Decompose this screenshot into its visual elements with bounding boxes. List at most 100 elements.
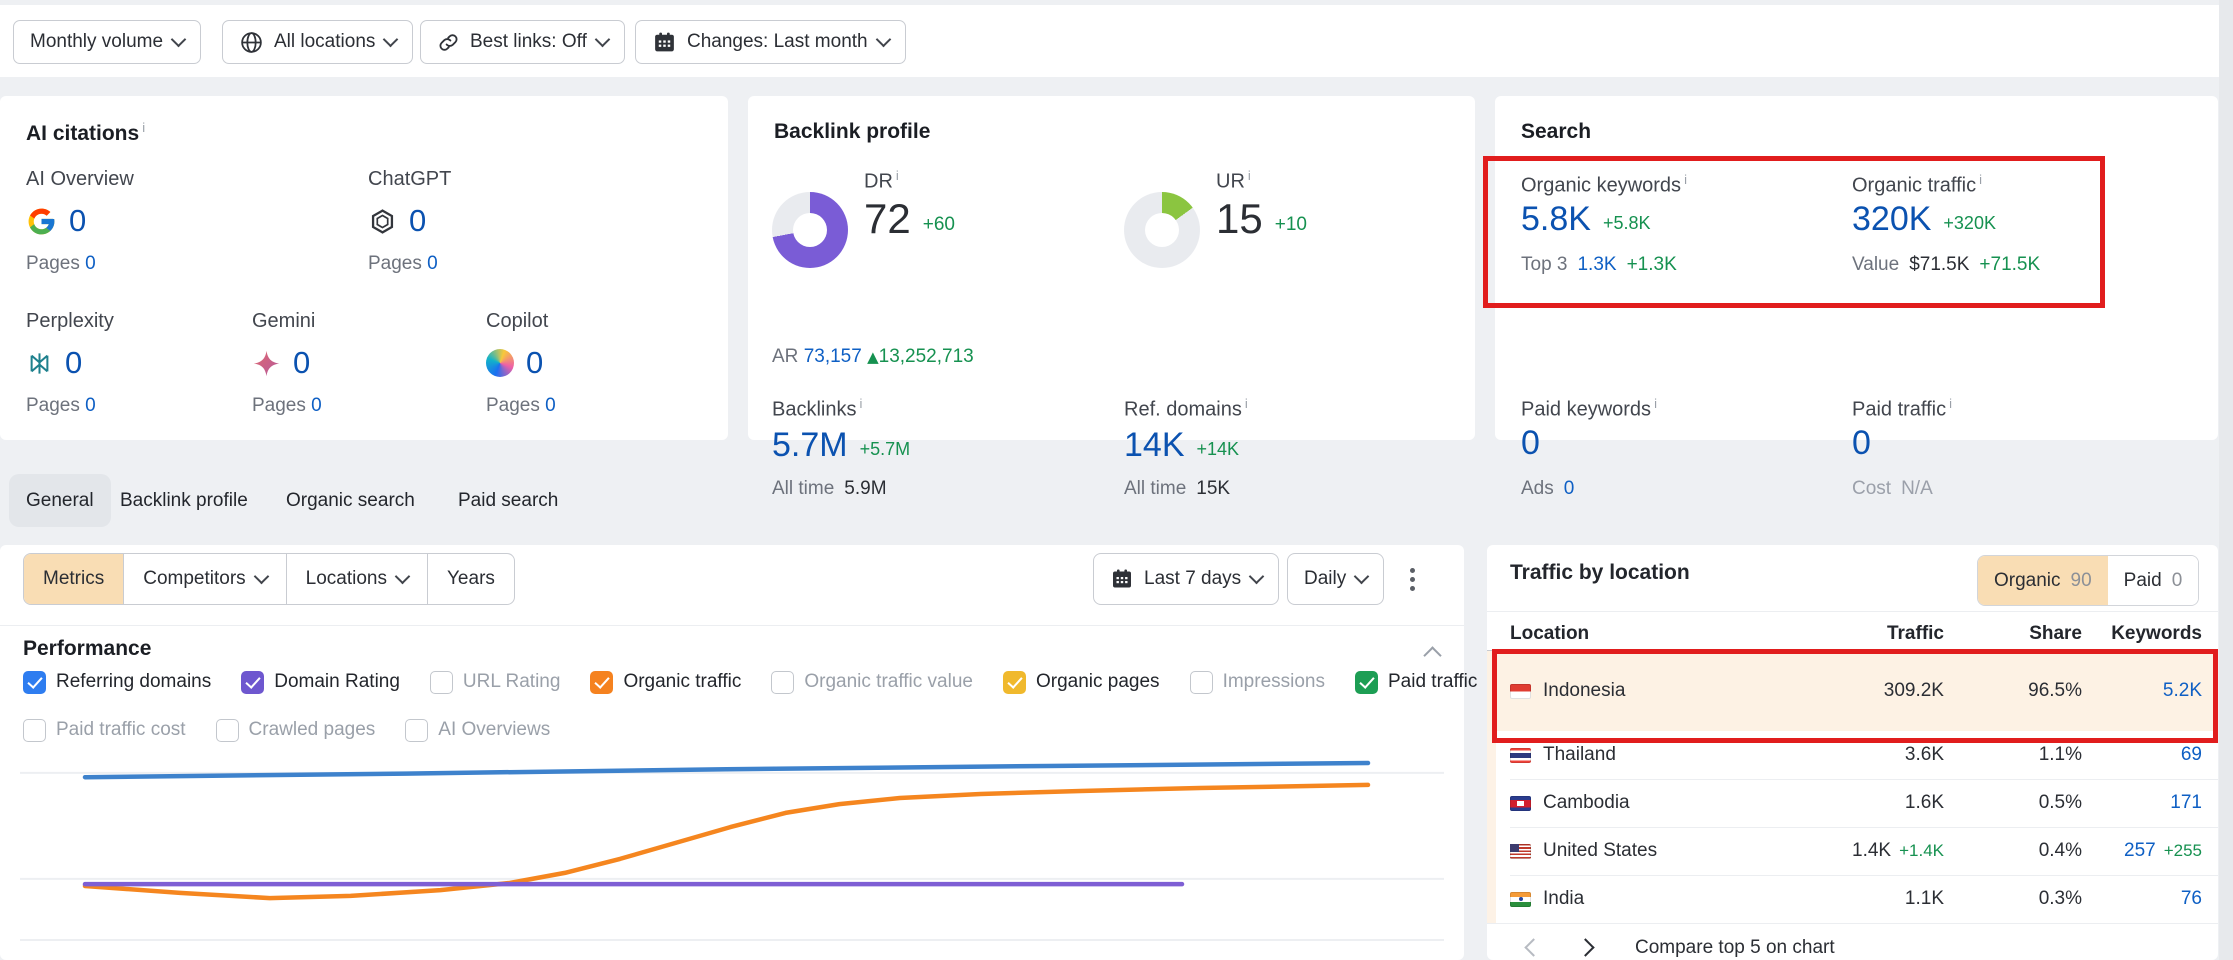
granularity-label: Daily [1304, 568, 1346, 590]
pages-count[interactable]: 0 [85, 253, 96, 274]
info-icon[interactable]: i [1248, 168, 1251, 183]
prev-page-chevron-left-icon[interactable] [1524, 938, 1542, 956]
keywords-link[interactable]: 76 [2181, 888, 2202, 909]
checkbox-organic-traffic[interactable]: Organic traffic [590, 671, 741, 694]
share-value: 0.5% [1992, 792, 2082, 814]
engine-chatgpt: ChatGPT 0 Pages 0 [368, 168, 588, 275]
location-row-cambodia[interactable]: Cambodia 1.6K 0.5% 171 [1487, 779, 2218, 827]
checkbox-box[interactable] [405, 719, 428, 742]
organic-keywords-value[interactable]: 5.8K [1521, 202, 1591, 236]
traffic-value: 1.1K [1905, 888, 1944, 909]
next-page-chevron-right-icon[interactable] [1576, 938, 1594, 956]
checkbox-paid-traffic-cost[interactable]: Paid traffic cost [23, 719, 186, 742]
best-links-dropdown[interactable]: Best links: Off [420, 20, 625, 64]
compare-top5-button[interactable]: Compare top 5 on chart [1635, 937, 1835, 959]
pages-count[interactable]: 0 [545, 395, 556, 416]
organic-keywords-sub: Top 3 1.3K +1.3K [1521, 254, 1677, 276]
info-icon[interactable]: i [896, 168, 899, 183]
checkbox-referring-domains[interactable]: Referring domains [23, 671, 211, 694]
col-keywords: Keywords [2072, 623, 2202, 645]
paid-traffic-value[interactable]: 0 [1852, 426, 1871, 460]
pages-count[interactable]: 0 [427, 253, 438, 274]
checkbox-box[interactable] [1355, 671, 1378, 694]
tab-general[interactable]: General [9, 474, 111, 527]
divider [1487, 611, 2218, 612]
checkbox-organic-traffic-value[interactable]: Organic traffic value [771, 671, 973, 694]
share-value: 96.5% [1992, 680, 2082, 702]
more-options-kebab-icon[interactable] [1404, 562, 1421, 597]
citation-count[interactable]: 0 [409, 203, 426, 239]
all-locations-dropdown[interactable]: All locations [222, 20, 413, 64]
info-icon[interactable]: i [1979, 172, 1982, 187]
checkbox-ai-overviews[interactable]: AI Overviews [405, 719, 550, 742]
checkbox-box[interactable] [430, 671, 453, 694]
checkbox-box[interactable] [241, 671, 264, 694]
info-icon[interactable]: i [859, 396, 862, 411]
paid-toggle-button[interactable]: Paid 0 [2108, 556, 2199, 605]
granularity-dropdown[interactable]: Daily [1287, 553, 1384, 605]
checkbox-paid-traffic[interactable]: Paid traffic [1355, 671, 1477, 694]
metrics-button[interactable]: Metrics [24, 554, 123, 604]
location-row-united-states[interactable]: United States 1.4K+1.4K 0.4% 257+255 [1487, 827, 2218, 875]
ai-citations-card: AI citationsi AI Overview 0 Pages 0 Chat… [0, 96, 728, 440]
citation-count[interactable]: 0 [526, 345, 543, 381]
location-row-india[interactable]: India 1.1K 0.3% 76 [1487, 875, 2218, 923]
traffic-value: 1.4K [1852, 840, 1891, 861]
ar-value[interactable]: 73,157 [804, 346, 862, 367]
keywords-link[interactable]: 257 [2124, 840, 2156, 861]
tab-organic-search[interactable]: Organic search [286, 474, 415, 527]
thailand-flag-icon [1510, 748, 1531, 763]
backlinks-change: +5.7M [860, 439, 911, 462]
changes-dropdown[interactable]: Changes: Last month [635, 20, 906, 64]
citation-count[interactable]: 0 [65, 345, 82, 381]
checkbox-box[interactable] [771, 671, 794, 694]
locations-dropdown[interactable]: Locations [286, 554, 427, 604]
paid-keywords-value[interactable]: 0 [1521, 426, 1540, 460]
info-icon[interactable]: i [142, 120, 145, 135]
location-row-indonesia[interactable]: Indonesia 309.2K 96.5% 5.2K [1487, 651, 2218, 731]
checkbox-box[interactable] [216, 719, 239, 742]
checkbox-url-rating[interactable]: URL Rating [430, 671, 561, 694]
organic-toggle-button[interactable]: Organic 90 [1978, 556, 2108, 605]
backlinks-alltime: All time 5.9M [772, 478, 887, 500]
pages-count[interactable]: 0 [311, 395, 322, 416]
citation-count[interactable]: 0 [69, 203, 86, 239]
info-icon[interactable]: i [1654, 396, 1657, 411]
checkbox-box[interactable] [23, 719, 46, 742]
organic-traffic-value[interactable]: 320K [1852, 202, 1931, 236]
date-range-dropdown[interactable]: Last 7 days [1093, 553, 1279, 605]
years-button[interactable]: Years [427, 554, 514, 604]
backlinks-value[interactable]: 5.7M [772, 428, 848, 462]
checkbox-box[interactable] [23, 671, 46, 694]
checkbox-box[interactable] [1003, 671, 1026, 694]
organic-traffic-sub: Value $71.5K +71.5K [1852, 254, 2040, 276]
location-row-thailand[interactable]: Thailand 3.6K 1.1% 69 [1487, 731, 2218, 779]
checkbox-box[interactable] [1190, 671, 1213, 694]
tab-backlink-profile[interactable]: Backlink profile [120, 474, 248, 527]
info-icon[interactable]: i [1949, 396, 1952, 411]
checkbox-impressions[interactable]: Impressions [1190, 671, 1325, 694]
ref-domains-value[interactable]: 14K [1124, 428, 1185, 462]
keywords-link[interactable]: 69 [2181, 744, 2202, 765]
collapse-chevron-up-icon[interactable] [1423, 646, 1441, 664]
pages-label: Pages [26, 395, 80, 416]
keywords-link[interactable]: 5.2K [2163, 680, 2202, 701]
metric-checkbox-row-1: Referring domains Domain Rating URL Rati… [23, 668, 1477, 696]
info-icon[interactable]: i [1245, 396, 1248, 411]
monthly-volume-dropdown[interactable]: Monthly volume [13, 20, 201, 64]
scrollbar-track[interactable] [2219, 0, 2233, 960]
paid-keywords-label: Paid keywordsi [1521, 396, 1657, 422]
checkbox-box[interactable] [590, 671, 613, 694]
pages-count[interactable]: 0 [85, 395, 96, 416]
keywords-link[interactable]: 171 [2170, 792, 2202, 813]
checkbox-organic-pages[interactable]: Organic pages [1003, 671, 1160, 694]
ref-domains-alltime: All time 15K [1124, 478, 1230, 500]
tab-paid-search[interactable]: Paid search [458, 474, 558, 527]
citation-count[interactable]: 0 [293, 345, 310, 381]
organic-traffic-value-row: 320K +320K [1852, 202, 1996, 236]
competitors-dropdown[interactable]: Competitors [123, 554, 285, 604]
info-icon[interactable]: i [1684, 172, 1687, 187]
checkbox-domain-rating[interactable]: Domain Rating [241, 671, 400, 694]
location-name: Indonesia [1543, 680, 1625, 702]
checkbox-crawled-pages[interactable]: Crawled pages [216, 719, 376, 742]
